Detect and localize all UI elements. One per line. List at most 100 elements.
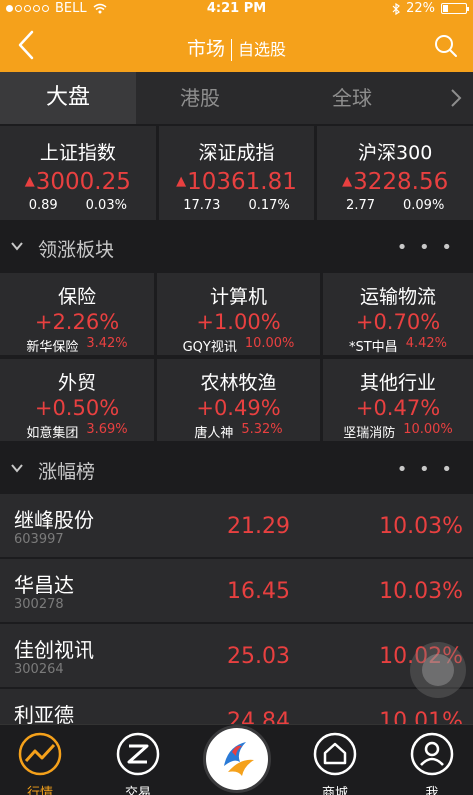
index-name: 上证指数 bbox=[39, 142, 116, 164]
sector-card[interactable]: 保险 +2.26% 新华保险 3.42% bbox=[0, 273, 154, 355]
sector-leader: 唐人神 5.32% bbox=[157, 422, 320, 441]
chart-line-icon bbox=[18, 732, 62, 776]
table-row[interactable]: 佳创视讯 300264 25.03 10.02% bbox=[0, 624, 473, 687]
bottom-tab-bar: 行情 交易 商城 我 bbox=[0, 724, 473, 795]
stock-name: 华昌达 bbox=[14, 573, 74, 597]
page-title[interactable]: 市场 bbox=[187, 38, 225, 60]
index-sub: 17.73 0.17% bbox=[159, 198, 315, 213]
nav-item-shop[interactable]: 商城 bbox=[305, 731, 365, 795]
section-title: 领涨板块 bbox=[38, 239, 115, 261]
nav-item-me[interactable]: 我 bbox=[402, 731, 462, 795]
index-change: 2.77 bbox=[346, 198, 375, 213]
sector-change: +0.47% bbox=[355, 396, 441, 420]
floating-assist-button[interactable] bbox=[410, 642, 466, 698]
leader-pct: 10.00% bbox=[244, 336, 295, 351]
sector-change: +0.70% bbox=[355, 310, 441, 334]
sector-leader: GQY视讯 10.00% bbox=[157, 336, 320, 355]
sector-leader: *ST中昌 4.42% bbox=[323, 336, 473, 355]
sector-card[interactable]: 运输物流 +0.70% *ST中昌 4.42% bbox=[323, 273, 473, 355]
up-arrow-icon: ▲ bbox=[342, 174, 353, 189]
sector-name: 其他行业 bbox=[359, 372, 436, 394]
leader-name: 新华保险 bbox=[26, 340, 79, 355]
watchlist-link[interactable]: 自选股 bbox=[238, 40, 286, 59]
index-value-wrap: ▲10361.81 bbox=[159, 169, 315, 195]
sector-name: 外贸 bbox=[57, 372, 96, 394]
leader-name: 坚瑞消防 bbox=[343, 426, 396, 441]
chevron-right-icon[interactable] bbox=[449, 87, 463, 109]
leader-name: 如意集团 bbox=[26, 426, 79, 441]
tab-hk-stocks[interactable]: 港股 bbox=[136, 72, 264, 124]
sector-leader: 新华保险 3.42% bbox=[0, 336, 154, 355]
chevron-down-icon bbox=[11, 464, 23, 473]
index-change: 0.89 bbox=[28, 198, 58, 213]
nav-label: 我 bbox=[425, 786, 439, 795]
index-pct: 0.17% bbox=[248, 198, 290, 213]
sector-leader: 坚瑞消防 10.00% bbox=[323, 422, 473, 441]
nav-label: 行情 bbox=[26, 786, 53, 795]
sector-card[interactable]: 计算机 +1.00% GQY视讯 10.00% bbox=[157, 273, 320, 355]
floating-button-core bbox=[422, 654, 454, 686]
section-title: 涨幅榜 bbox=[38, 461, 96, 483]
sector-card[interactable]: 其他行业 +0.47% 坚瑞消防 10.00% bbox=[323, 359, 473, 441]
battery-percent: 22% bbox=[406, 1, 435, 16]
market-tabs: 大盘 港股 全球 bbox=[0, 72, 473, 124]
chevron-down-icon bbox=[11, 242, 23, 251]
gainers-header[interactable]: 涨幅榜 • • • bbox=[0, 445, 473, 493]
index-cards: 上证指数 ▲3000.25 0.89 0.03% 深证成指 ▲10361.81 1… bbox=[0, 126, 473, 220]
index-sub: 2.77 0.09% bbox=[317, 198, 473, 213]
stock-price: 16.45 bbox=[227, 579, 290, 604]
index-value: 3228.56 bbox=[353, 169, 449, 195]
index-value-wrap: ▲3000.25 bbox=[0, 169, 156, 195]
up-arrow-icon: ▲ bbox=[24, 174, 35, 189]
up-arrow-icon: ▲ bbox=[176, 174, 187, 189]
leader-pct: 5.32% bbox=[241, 422, 283, 437]
index-card[interactable]: 沪深300 ▲3228.56 2.77 0.09% bbox=[317, 126, 473, 220]
leader-pct: 3.42% bbox=[86, 336, 128, 351]
index-card[interactable]: 深证成指 ▲10361.81 17.73 0.17% bbox=[158, 126, 315, 220]
sector-card[interactable]: 农林牧渔 +0.49% 唐人神 5.32% bbox=[157, 359, 320, 441]
leader-name: *ST中昌 bbox=[348, 340, 398, 355]
sectors-header[interactable]: 领涨板块 • • • bbox=[0, 223, 473, 271]
more-icon[interactable]: • • • bbox=[397, 459, 455, 480]
index-name: 沪深300 bbox=[358, 142, 433, 164]
nav-bar: 市场 自选股 bbox=[0, 18, 473, 72]
app-logo-icon bbox=[224, 742, 254, 776]
sector-name: 计算机 bbox=[209, 286, 267, 308]
user-icon bbox=[410, 732, 454, 776]
index-card[interactable]: 上证指数 ▲3000.25 0.89 0.03% bbox=[0, 126, 156, 220]
status-bar: BELL 4:21 PM 22% bbox=[0, 0, 473, 18]
stock-name: 继峰股份 bbox=[14, 508, 94, 532]
leader-pct: 3.69% bbox=[86, 422, 128, 437]
index-change: 17.73 bbox=[183, 198, 221, 213]
sector-change: +1.00% bbox=[196, 310, 281, 334]
gainers-list: 继峰股份 603997 21.29 10.03% 华昌达 300278 16.4… bbox=[0, 494, 473, 754]
sector-grid: 保险 +2.26% 新华保险 3.42% 计算机 +1.00% GQY视讯 10.0… bbox=[0, 273, 473, 441]
leader-name: 唐人神 bbox=[194, 426, 234, 441]
nav-item-quotes[interactable]: 行情 bbox=[10, 731, 70, 795]
stock-code: 300264 bbox=[14, 662, 64, 677]
trade-icon bbox=[116, 732, 160, 776]
table-row[interactable]: 继峰股份 603997 21.29 10.03% bbox=[0, 494, 473, 557]
sector-change: +0.50% bbox=[34, 396, 120, 420]
stock-pct: 10.03% bbox=[379, 579, 463, 604]
nav-item-trade[interactable]: 交易 bbox=[108, 731, 168, 795]
stock-code: 603997 bbox=[14, 532, 64, 547]
sector-card[interactable]: 外贸 +0.50% 如意集团 3.69% bbox=[0, 359, 154, 441]
tab-market-overview[interactable]: 大盘 bbox=[0, 72, 136, 124]
search-icon[interactable] bbox=[433, 33, 459, 59]
leader-pct: 4.42% bbox=[405, 336, 447, 351]
leader-pct: 10.00% bbox=[403, 422, 453, 437]
table-row[interactable]: 华昌达 300278 16.45 10.03% bbox=[0, 559, 473, 622]
battery-icon bbox=[441, 3, 469, 14]
app-logo-button[interactable] bbox=[203, 725, 271, 793]
stock-price: 25.03 bbox=[227, 644, 290, 669]
more-icon[interactable]: • • • bbox=[397, 237, 455, 258]
index-value: 3000.25 bbox=[35, 169, 131, 195]
index-pct: 0.03% bbox=[85, 198, 127, 213]
tab-global[interactable]: 全球 bbox=[264, 72, 440, 124]
index-name: 深证成指 bbox=[198, 142, 275, 164]
sector-name: 农林牧渔 bbox=[200, 372, 277, 394]
shop-icon bbox=[313, 732, 357, 776]
stock-name: 佳创视讯 bbox=[14, 638, 94, 662]
sector-change: +0.49% bbox=[196, 396, 281, 420]
